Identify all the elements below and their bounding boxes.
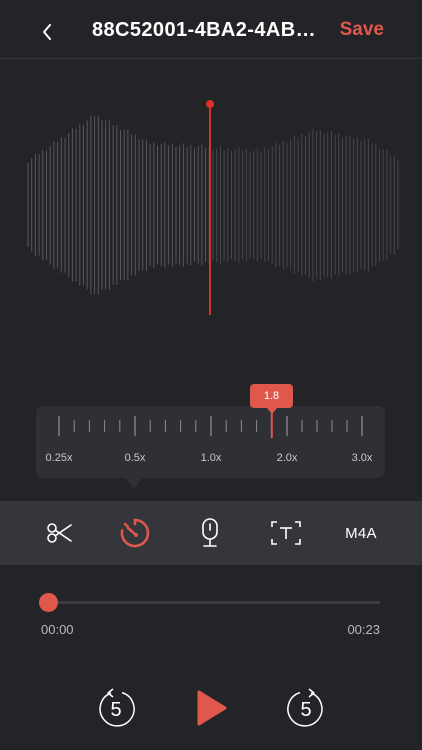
waveform[interactable]: [0, 90, 422, 320]
speed-panel: [36, 406, 385, 478]
scissors-icon: [47, 523, 72, 543]
skip-back-seconds: 5: [110, 699, 122, 721]
skip-forward-seconds: 5: [300, 699, 312, 721]
speed-label-025x: 0.25x: [45, 452, 73, 464]
speed-value-badge: 1.8: [250, 384, 293, 414]
skip-forward-button[interactable]: 5: [284, 684, 328, 732]
total-time: 00:23: [347, 622, 380, 637]
speed-label-30x: 3.0x: [351, 452, 373, 464]
edit-toolbar: M4A: [0, 501, 422, 565]
speed-label-05x: 0.5x: [124, 452, 146, 464]
text-frame-icon: [271, 521, 301, 545]
playhead-handle: [206, 100, 214, 108]
save-button[interactable]: Save: [340, 19, 384, 41]
trim-button[interactable]: [30, 501, 90, 565]
current-time: 00:00: [41, 622, 74, 637]
play-icon: [197, 690, 227, 726]
microphone-icon: [202, 518, 218, 547]
back-button[interactable]: [36, 18, 58, 46]
speed-timer-icon: [120, 518, 150, 548]
chevron-left-icon: [43, 24, 51, 40]
speed-label-20x: 2.0x: [276, 452, 298, 464]
play-button[interactable]: [189, 684, 233, 732]
speed-button[interactable]: [105, 501, 165, 565]
voice-button[interactable]: [180, 501, 240, 565]
speed-ruler[interactable]: [36, 406, 385, 478]
top-bar: 88C52001-4BA2-4AB… Save: [0, 0, 422, 59]
file-title: 88C52001-4BA2-4AB…: [92, 19, 316, 41]
panel-pointer: [124, 476, 144, 489]
text-button[interactable]: [256, 501, 316, 565]
speed-label-10x: 1.0x: [200, 452, 222, 464]
progress-thumb[interactable]: [39, 593, 58, 612]
format-button[interactable]: M4A: [331, 501, 391, 565]
progress-track[interactable]: [48, 601, 380, 604]
skip-back-button[interactable]: 5: [94, 684, 138, 732]
